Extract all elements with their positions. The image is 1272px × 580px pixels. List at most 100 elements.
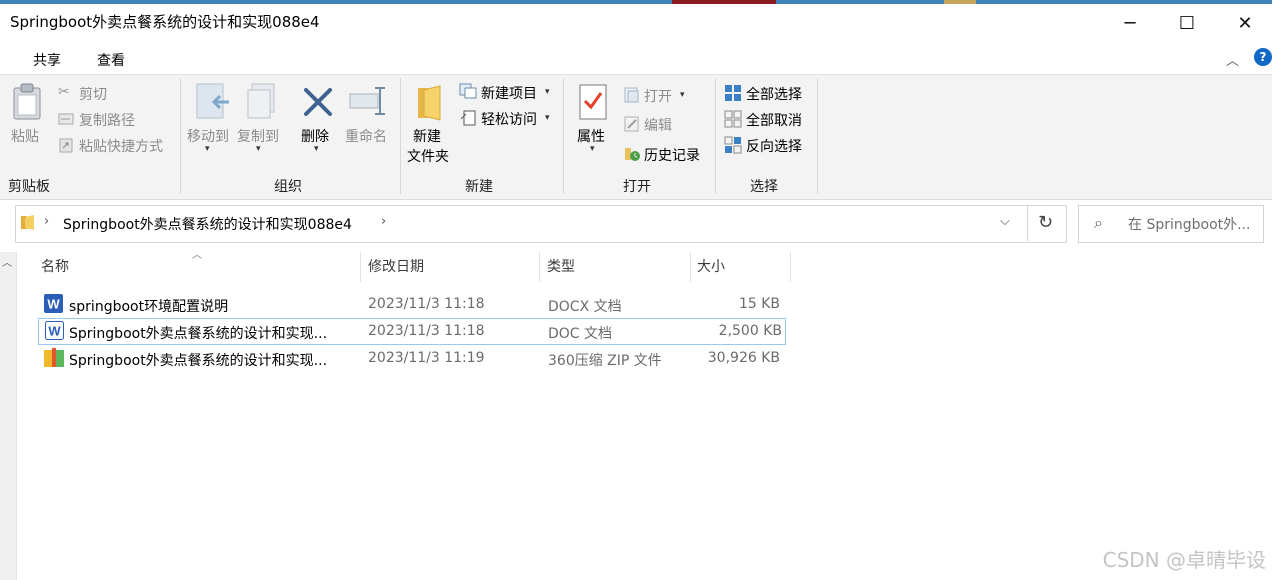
cut-button[interactable]: 剪切	[79, 84, 107, 104]
new-item-dropdown-icon[interactable]: ▾	[545, 87, 550, 97]
tab-share[interactable]: 共享	[33, 50, 61, 70]
file-row[interactable]: W Springboot外卖点餐系统的设计和实现... 2023/11/3 11…	[38, 318, 786, 345]
address-history-dropdown-icon[interactable]: ⌵	[1000, 214, 1010, 229]
move-to-dropdown-icon[interactable]: ▾	[205, 144, 210, 154]
group-separator	[715, 78, 716, 194]
delete-x-icon	[304, 88, 332, 116]
select-none-icon	[724, 110, 742, 128]
file-name: Springboot外卖点餐系统的设计和实现...	[69, 353, 328, 369]
column-separator[interactable]	[360, 252, 361, 282]
history-button[interactable]: 历史记录	[644, 145, 700, 165]
file-type: DOC 文档	[548, 326, 613, 342]
collapse-ribbon-icon[interactable]: ︿	[1226, 50, 1240, 69]
maximize-button[interactable]: ☐	[1158, 4, 1216, 42]
delete-dropdown-icon[interactable]: ▾	[314, 144, 319, 154]
breadcrumb-current-folder[interactable]: Springboot外卖点餐系统的设计和实现088e4	[63, 214, 352, 234]
group-label-open: 打开	[623, 179, 651, 195]
copy-to-dropdown-icon[interactable]: ▾	[256, 144, 261, 154]
word-doc-icon: W	[44, 294, 63, 313]
properties-dropdown-icon[interactable]: ▾	[590, 144, 595, 154]
file-row[interactable]: W springboot环境配置说明 2023/11/3 11:18 DOCX …	[38, 292, 784, 317]
file-type: DOCX 文档	[548, 299, 622, 315]
open-dropdown-icon[interactable]: ▾	[680, 90, 685, 100]
paste-button[interactable]: 粘贴	[11, 126, 39, 146]
breadcrumb-next-chevron-icon[interactable]: ›	[381, 214, 386, 229]
invert-selection-icon	[724, 136, 742, 154]
copy-to-icon	[247, 83, 275, 119]
sort-ascending-icon: ︿	[192, 250, 202, 261]
word-doc-icon: W	[45, 321, 64, 340]
history-icon	[625, 148, 640, 161]
help-button[interactable]: ?	[1254, 48, 1272, 66]
column-separator[interactable]	[539, 252, 540, 282]
group-separator	[400, 78, 401, 194]
svg-text:W: W	[48, 324, 61, 339]
new-folder-label-line2[interactable]: 文件夹	[407, 146, 449, 166]
tab-view[interactable]: 查看	[97, 50, 125, 70]
delete-button[interactable]: 删除	[301, 126, 329, 146]
column-header-size[interactable]: 大小	[697, 256, 725, 282]
file-size: 2,500 KB	[718, 323, 782, 339]
column-header-date[interactable]: 修改日期	[368, 256, 424, 282]
file-size: 15 KB	[738, 296, 780, 312]
nav-pane-scrollbar[interactable]	[0, 252, 17, 580]
copy-to-button[interactable]: 复制到	[237, 126, 279, 146]
select-none-button[interactable]: 全部取消	[746, 110, 802, 130]
refresh-icon[interactable]: ↻	[1038, 212, 1053, 233]
folder-icon	[21, 215, 34, 230]
file-name: springboot环境配置说明	[69, 299, 229, 315]
file-row[interactable]: Springboot外卖点餐系统的设计和实现... 2023/11/3 11:1…	[38, 346, 784, 371]
edit-button[interactable]: 编辑	[644, 115, 672, 135]
group-separator	[563, 78, 564, 194]
file-type: 360压缩 ZIP 文件	[548, 353, 662, 369]
column-separator[interactable]	[790, 252, 791, 282]
easy-access-icon	[460, 110, 476, 126]
clipboard-icon	[13, 83, 41, 120]
paste-shortcut-button[interactable]: 粘贴快捷方式	[79, 136, 163, 156]
search-input[interactable]: 在 Springboot外...	[1128, 214, 1251, 234]
group-label-clipboard: 剪贴板	[8, 179, 50, 195]
invert-selection-button[interactable]: 反向选择	[746, 136, 802, 156]
open-icon	[624, 87, 639, 103]
group-separator	[817, 78, 818, 194]
group-label-organize: 组织	[274, 179, 302, 195]
edit-icon	[624, 116, 639, 132]
minimize-button[interactable]: ─	[1101, 4, 1159, 42]
new-item-button[interactable]: 新建项目	[481, 83, 537, 103]
svg-text:W: W	[47, 297, 60, 312]
column-header-name[interactable]: 名称	[41, 256, 69, 282]
new-folder-button[interactable]: 新建	[413, 126, 441, 146]
address-divider	[1027, 206, 1028, 241]
column-header-type[interactable]: 类型	[547, 256, 575, 282]
file-date: 2023/11/3 11:19	[368, 350, 485, 366]
properties-button[interactable]: 属性	[577, 126, 605, 146]
zip-archive-icon	[44, 348, 64, 367]
select-all-icon	[725, 85, 741, 101]
easy-access-dropdown-icon[interactable]: ▾	[545, 113, 550, 123]
search-icon: ⌕	[1094, 213, 1103, 232]
group-label-select: 选择	[750, 179, 778, 195]
open-button[interactable]: 打开	[644, 86, 672, 106]
move-to-icon	[196, 83, 229, 119]
menu-bar	[0, 42, 1272, 74]
scissors-icon: ✂	[58, 84, 70, 100]
easy-access-button[interactable]: 轻松访问	[481, 109, 537, 129]
copy-path-icon	[58, 113, 74, 125]
file-date: 2023/11/3 11:18	[368, 323, 485, 339]
properties-icon	[579, 84, 607, 120]
scroll-up-icon[interactable]: ︿	[2, 254, 12, 269]
copy-path-button[interactable]: 复制路径	[79, 110, 135, 130]
file-size: 30,926 KB	[707, 350, 780, 366]
group-separator	[180, 78, 181, 194]
rename-icon	[349, 87, 385, 115]
new-folder-icon	[418, 85, 441, 121]
move-to-button[interactable]: 移动到	[187, 126, 229, 146]
close-button[interactable]: ✕	[1216, 4, 1272, 42]
column-separator[interactable]	[690, 252, 691, 282]
file-name: Springboot外卖点餐系统的设计和实现...	[69, 326, 328, 342]
paste-shortcut-icon	[59, 138, 73, 153]
group-label-new: 新建	[465, 179, 493, 195]
select-all-button[interactable]: 全部选择	[746, 84, 802, 104]
rename-button[interactable]: 重命名	[345, 126, 387, 146]
breadcrumb-chevron-icon[interactable]: ›	[44, 214, 49, 229]
